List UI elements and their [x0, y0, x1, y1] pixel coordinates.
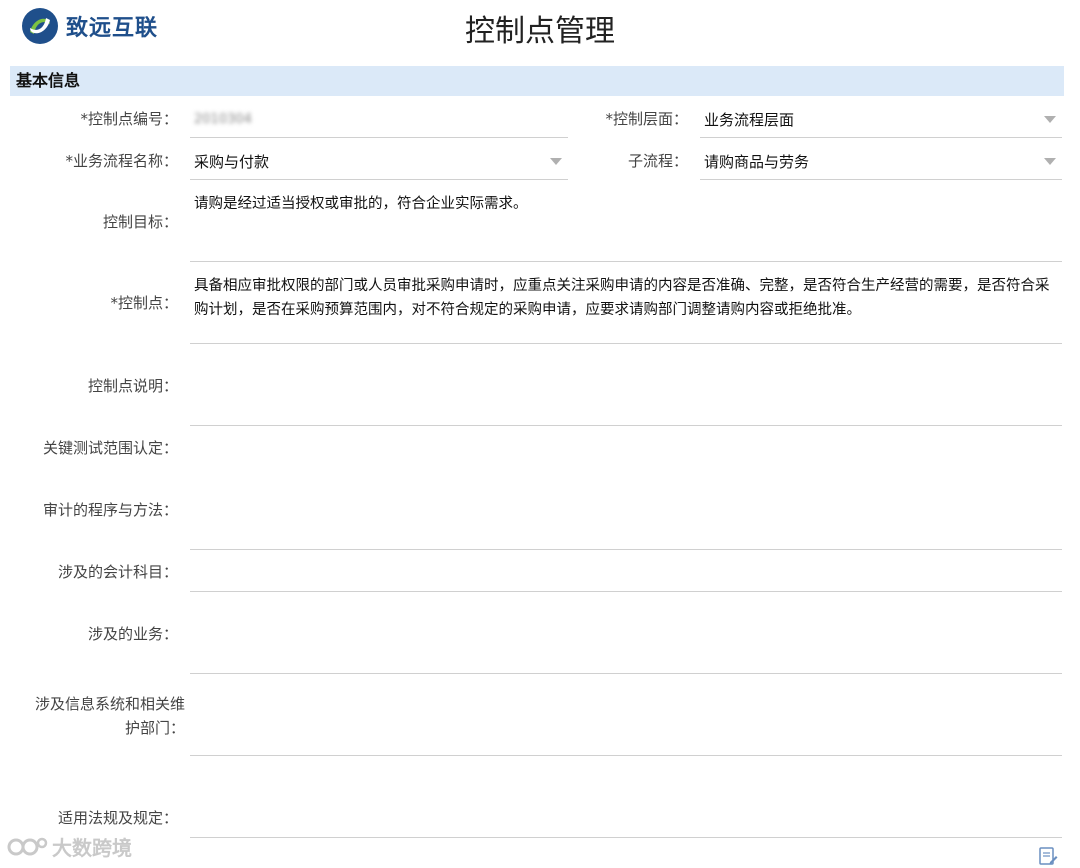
section-header: 基本信息	[10, 66, 1064, 96]
regulations-field[interactable]	[190, 762, 1062, 838]
label-control-objective: 控制目标：	[102, 213, 178, 231]
watermark-text: 大数跨境	[52, 836, 132, 860]
label-info-system-line2: 护部门：	[124, 719, 185, 737]
control-point-value: 具备相应审批权限的部门或人员审批采购申请时，应重点关注采购申请的内容是否准确、完…	[194, 278, 1050, 318]
label-related-business: 涉及的业务：	[87, 625, 178, 643]
label-regulations: 适用法规及规定：	[57, 809, 178, 827]
control-point-no-field[interactable]: 2010304	[190, 104, 568, 138]
related-business-value	[194, 598, 1062, 602]
control-objective-field[interactable]: 请购是经过适当授权或审批的，符合企业实际需求。	[190, 188, 1062, 262]
label-control-point: *控制点：	[110, 294, 178, 312]
label-accounting-subjects: 涉及的会计科目：	[57, 563, 178, 581]
control-point-field[interactable]: 具备相应审批权限的部门或人员审批采购申请时，应重点关注采购申请的内容是否准确、完…	[190, 270, 1062, 344]
header: 致远互联 控制点管理	[0, 0, 1080, 52]
label-info-system-line1: 涉及信息系统和相关维	[34, 695, 185, 713]
label-sub-process: 子流程：	[627, 152, 688, 170]
chevron-down-icon[interactable]	[1044, 158, 1056, 165]
edit-icon[interactable]	[1038, 846, 1058, 866]
control-point-desc-value	[194, 352, 1062, 356]
regulations-value	[194, 762, 1062, 766]
watermark: 大数跨境	[6, 832, 132, 861]
sub-process-select[interactable]: 请购商品与劳务	[700, 146, 1062, 180]
process-name-value: 采购与付款	[194, 153, 270, 171]
control-point-no-value: 2010304	[194, 112, 252, 127]
page: 致远互联 控制点管理 基本信息 *控制点编号： 2010304 *控制层面： 业…	[0, 0, 1080, 868]
related-business-field[interactable]	[190, 598, 1062, 674]
chevron-down-icon[interactable]	[1044, 116, 1056, 123]
label-info-system: 涉及信息系统和相关维 护部门：	[10, 692, 185, 740]
process-name-select[interactable]: 采购与付款	[190, 146, 568, 180]
label-process-name: *业务流程名称：	[65, 152, 178, 170]
audit-procedure-field[interactable]	[190, 494, 1062, 550]
control-level-select[interactable]: 业务流程层面	[700, 104, 1062, 138]
page-title: 控制点管理	[465, 14, 615, 49]
audit-procedure-value	[194, 494, 1062, 498]
label-control-level: *控制层面：	[605, 110, 688, 128]
label-audit-procedure: 审计的程序与方法：	[42, 501, 178, 519]
chevron-down-icon[interactable]	[550, 158, 562, 165]
control-objective-value: 请购是经过适当授权或审批的，符合企业实际需求。	[194, 196, 528, 212]
key-test-scope-value	[194, 434, 1062, 438]
key-test-scope-field[interactable]	[190, 434, 1062, 488]
sub-process-value: 请购商品与劳务	[704, 153, 810, 171]
label-control-point-no: *控制点编号：	[80, 110, 178, 128]
info-system-field[interactable]	[190, 680, 1062, 756]
control-level-value: 业务流程层面	[704, 111, 795, 129]
info-system-value	[194, 680, 1062, 684]
label-control-point-desc: 控制点说明：	[87, 377, 178, 395]
label-key-test-scope: 关键测试范围认定：	[42, 439, 178, 457]
accounting-subjects-value	[194, 556, 1062, 560]
accounting-subjects-field[interactable]	[190, 556, 1062, 592]
control-point-desc-field[interactable]	[190, 352, 1062, 426]
watermark-logo-icon	[7, 837, 48, 855]
